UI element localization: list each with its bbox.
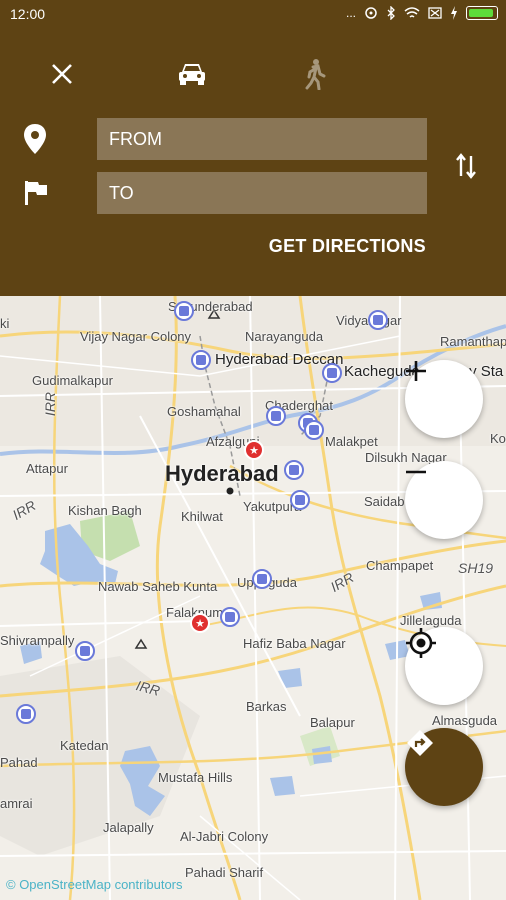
map-label: Shivrampally <box>0 633 75 648</box>
metro-station-marker[interactable] <box>290 490 310 510</box>
map-label: Ko <box>490 431 506 446</box>
swap-icon <box>456 153 476 179</box>
from-field[interactable]: FROM <box>97 118 427 160</box>
swap-button[interactable] <box>450 148 482 184</box>
poi-star-marker[interactable]: ★ <box>244 440 264 460</box>
metro-station-marker[interactable] <box>368 310 388 330</box>
map-label: Hyderabad <box>165 461 279 486</box>
metro-station-marker[interactable] <box>284 460 304 480</box>
poi-star-marker[interactable]: ★ <box>190 613 210 633</box>
my-location-button[interactable] <box>405 627 483 705</box>
wifi-icon <box>404 7 420 18</box>
metro-station-marker[interactable] <box>266 406 286 426</box>
minus-icon <box>406 470 426 474</box>
map-label: Saidab <box>364 494 405 509</box>
flag-icon <box>25 181 47 205</box>
map-label: Champapet <box>366 558 434 573</box>
bluetooth-icon <box>387 6 395 20</box>
map-label: Pahad <box>0 755 38 770</box>
zoom-in-button[interactable] <box>405 360 483 438</box>
map-label: Jillelaguda <box>400 613 462 628</box>
close-button[interactable] <box>46 58 78 90</box>
map-label: Nawab Saheb Kunta <box>98 579 218 594</box>
map-attribution[interactable]: © OpenStreetMap contributors <box>6 877 183 892</box>
map-label: Almasguda <box>432 713 498 728</box>
from-label: FROM <box>109 128 162 149</box>
map-label: Ramanthapur <box>440 334 506 349</box>
battery-icon <box>466 6 498 20</box>
map-label: Hafiz Baba Nagar <box>243 636 346 651</box>
map-label: IRR <box>42 391 59 417</box>
close-icon <box>52 64 72 84</box>
map-label: Kishan Bagh <box>68 503 142 518</box>
directions-button[interactable] <box>405 728 483 806</box>
metro-station-marker[interactable] <box>252 569 272 589</box>
metro-station-marker[interactable] <box>220 607 240 627</box>
map-label: amrai <box>0 796 33 811</box>
walk-icon <box>305 59 326 90</box>
metro-station-marker[interactable] <box>322 363 342 383</box>
status-dots: ... <box>345 6 356 20</box>
map-label: Mustafa Hills <box>158 770 233 785</box>
status-bar: 12:00 ... <box>0 0 506 30</box>
metro-station-marker[interactable] <box>304 420 324 440</box>
car-mode-button[interactable] <box>172 56 212 92</box>
to-field[interactable]: TO <box>97 172 427 214</box>
walk-mode-button[interactable] <box>298 54 332 94</box>
status-time: 12:00 <box>10 6 46 22</box>
map-view[interactable]: Secunderabad Vidyanagar Vijay Nagar Colo… <box>0 296 506 900</box>
plus-icon <box>406 361 426 381</box>
metro-station-marker[interactable] <box>16 704 36 724</box>
directions-icon <box>407 730 433 756</box>
sim-off-icon <box>428 7 442 19</box>
location-pin-icon <box>24 124 46 154</box>
metro-station-marker[interactable] <box>191 350 211 370</box>
flag-marker <box>22 178 50 208</box>
map-label: Al-Jabri Colony <box>180 829 269 844</box>
map-label: Gudimalkapur <box>32 373 113 388</box>
car-icon <box>179 64 205 85</box>
map-label: Barkas <box>246 699 287 714</box>
map-label: Pahadi Sharif <box>185 865 264 880</box>
status-icons: ... <box>346 6 498 20</box>
map-label: Vijay Nagar Colony <box>80 329 192 344</box>
get-directions-button[interactable]: GET DIRECTIONS <box>269 236 426 257</box>
map-label: Jalapally <box>103 820 154 835</box>
metro-station-marker[interactable] <box>174 301 194 321</box>
metro-station-marker[interactable] <box>75 641 95 661</box>
map-label: ki <box>0 316 10 331</box>
map-label: Goshamahal <box>167 404 241 419</box>
map-label: Balapur <box>310 715 355 730</box>
map-label: Narayanguda <box>245 329 324 344</box>
zoom-out-button[interactable] <box>405 461 483 539</box>
location-pin <box>22 122 48 156</box>
map-label: Katedan <box>60 738 109 753</box>
charging-icon <box>451 6 457 20</box>
map-label: Khilwat <box>181 509 223 524</box>
map-label: SH19 <box>458 560 494 576</box>
map-label: Malakpet <box>325 434 378 449</box>
hotspot-icon <box>365 7 377 19</box>
to-label: TO <box>109 182 134 203</box>
route-header: FROM TO GET DIRECTIONS <box>0 30 506 296</box>
map-label: Attapur <box>26 461 68 476</box>
my-location-icon <box>406 628 436 658</box>
